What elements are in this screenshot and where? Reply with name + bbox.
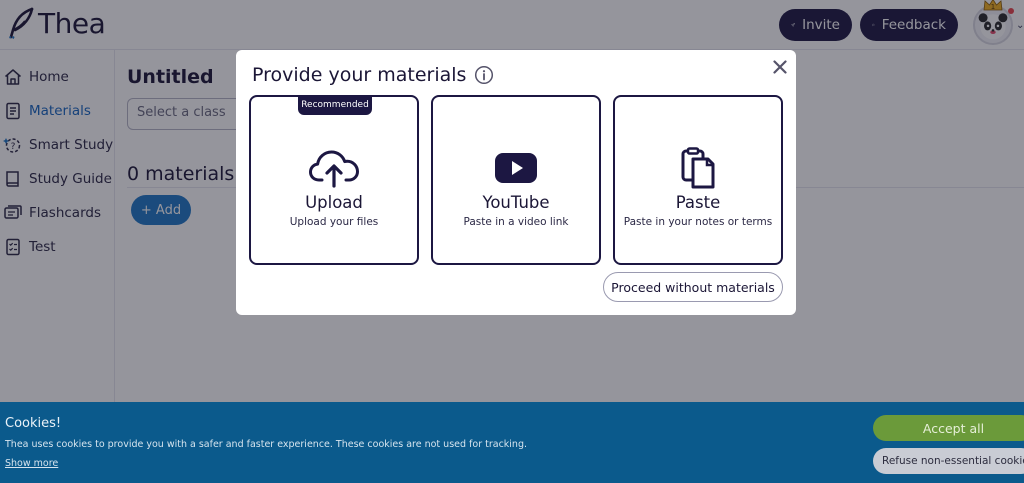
modal-title: Provide your materials xyxy=(252,64,494,86)
accept-all-button[interactable]: Accept all xyxy=(873,415,1024,441)
cookie-title: Cookies! xyxy=(5,416,62,431)
paste-icon-wrap xyxy=(615,147,781,189)
youtube-icon xyxy=(495,153,537,183)
close-button[interactable] xyxy=(770,57,790,77)
proceed-without-materials-button[interactable]: Proceed without materials xyxy=(603,272,783,302)
modal-title-text: Provide your materials xyxy=(252,64,467,86)
upload-icon-wrap xyxy=(251,147,417,189)
show-more-link[interactable]: Show more xyxy=(5,458,58,469)
card-subtitle: Paste in a video link xyxy=(463,216,569,228)
card-label: Paste xyxy=(675,193,721,212)
upload-card[interactable]: Recommended Upload Upload your files xyxy=(249,95,419,265)
cookie-banner: Cookies! Thea uses cookies to provide yo… xyxy=(0,402,1024,483)
info-icon[interactable] xyxy=(474,65,494,85)
refuse-cookies-button[interactable]: Refuse non-essential cookies xyxy=(873,448,1024,474)
close-icon xyxy=(773,60,787,74)
youtube-icon-wrap xyxy=(433,147,599,189)
paste-card[interactable]: Paste Paste in your notes or terms xyxy=(613,95,783,265)
cloud-upload-icon xyxy=(309,150,359,188)
card-label: Upload xyxy=(305,193,363,212)
card-subtitle: Paste in your notes or terms xyxy=(623,216,773,228)
card-label: YouTube xyxy=(482,193,550,212)
youtube-card[interactable]: YouTube Paste in a video link xyxy=(431,95,601,265)
cookie-text: Thea uses cookies to provide you with a … xyxy=(5,439,528,450)
card-subtitle: Upload your files xyxy=(289,216,379,228)
clipboard-icon xyxy=(681,147,715,189)
recommended-badge: Recommended xyxy=(298,95,372,115)
materials-modal: Provide your materials Recommended Uploa… xyxy=(236,50,796,315)
